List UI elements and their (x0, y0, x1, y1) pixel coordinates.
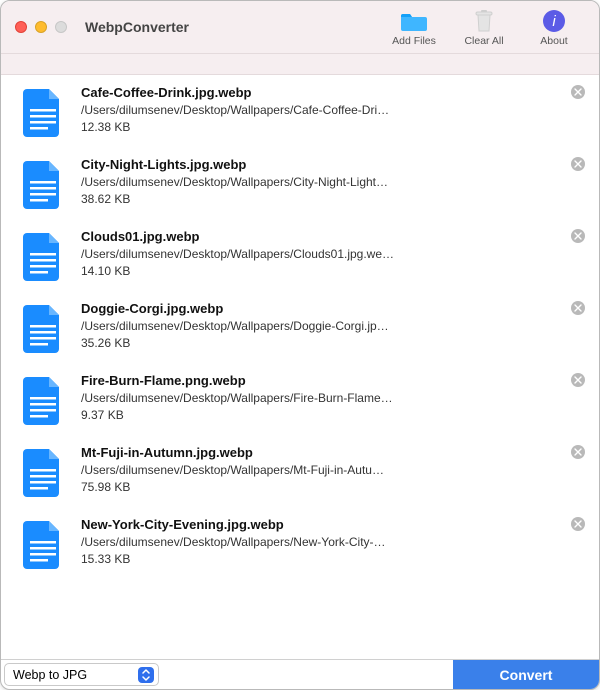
output-format-value: Webp to JPG (13, 668, 87, 682)
file-size: 9.37 KB (81, 408, 583, 422)
file-path: /Users/dilumsenev/Desktop/Wallpapers/Mt-… (81, 463, 411, 477)
file-icon (23, 449, 63, 497)
add-files-button[interactable]: Add Files (383, 8, 445, 47)
clear-all-button[interactable]: Clear All (453, 8, 515, 47)
file-list[interactable]: Cafe-Coffee-Drink.jpg.webp/Users/dilumse… (1, 75, 599, 659)
file-meta: New-York-City-Evening.jpg.webp/Users/dil… (81, 517, 583, 566)
file-meta: Mt-Fuji-in-Autumn.jpg.webp/Users/dilumse… (81, 445, 583, 494)
window-controls (15, 21, 67, 33)
file-size: 12.38 KB (81, 120, 583, 134)
file-meta: Fire-Burn-Flame.png.webp/Users/dilumsene… (81, 373, 583, 422)
file-size: 35.26 KB (81, 336, 583, 350)
file-icon (23, 377, 63, 425)
chevron-up-down-icon (138, 667, 154, 683)
convert-label: Convert (500, 667, 553, 683)
file-name: Fire-Burn-Flame.png.webp (81, 373, 583, 388)
file-size: 38.62 KB (81, 192, 583, 206)
convert-button[interactable]: Convert (453, 660, 599, 689)
file-icon (23, 521, 63, 569)
file-meta: Doggie-Corgi.jpg.webp/Users/dilumsenev/D… (81, 301, 583, 350)
file-path: /Users/dilumsenev/Desktop/Wallpapers/Clo… (81, 247, 411, 261)
file-row[interactable]: City-Night-Lights.jpg.webp/Users/dilumse… (1, 147, 599, 219)
app-title: WebpConverter (85, 19, 189, 35)
remove-file-button[interactable] (571, 445, 585, 459)
file-meta: City-Night-Lights.jpg.webp/Users/dilumse… (81, 157, 583, 206)
file-icon (23, 233, 63, 281)
titlebar: WebpConverter Add Files Clear All i Abou… (1, 1, 599, 53)
file-size: 15.33 KB (81, 552, 583, 566)
file-path: /Users/dilumsenev/Desktop/Wallpapers/Fir… (81, 391, 411, 405)
clear-all-label: Clear All (464, 35, 503, 47)
file-path: /Users/dilumsenev/Desktop/Wallpapers/Dog… (81, 319, 411, 333)
file-size: 75.98 KB (81, 480, 583, 494)
file-name: New-York-City-Evening.jpg.webp (81, 517, 583, 532)
file-name: Mt-Fuji-in-Autumn.jpg.webp (81, 445, 583, 460)
file-meta: Cafe-Coffee-Drink.jpg.webp/Users/dilumse… (81, 85, 583, 134)
file-icon (23, 89, 63, 137)
bottom-bar: Webp to JPG Convert (1, 659, 599, 689)
file-row[interactable]: Mt-Fuji-in-Autumn.jpg.webp/Users/dilumse… (1, 435, 599, 507)
maximize-window-button (55, 21, 67, 33)
app-window: WebpConverter Add Files Clear All i Abou… (0, 0, 600, 690)
remove-file-button[interactable] (571, 85, 585, 99)
file-name: City-Night-Lights.jpg.webp (81, 157, 583, 172)
file-icon (23, 305, 63, 353)
close-window-button[interactable] (15, 21, 27, 33)
remove-file-button[interactable] (571, 157, 585, 171)
output-format-select[interactable]: Webp to JPG (4, 663, 159, 686)
add-files-label: Add Files (392, 35, 436, 47)
file-name: Clouds01.jpg.webp (81, 229, 583, 244)
remove-file-button[interactable] (571, 301, 585, 315)
minimize-window-button[interactable] (35, 21, 47, 33)
folder-icon (401, 8, 427, 34)
about-button[interactable]: i About (523, 8, 585, 47)
remove-file-button[interactable] (571, 373, 585, 387)
remove-file-button[interactable] (571, 229, 585, 243)
file-size: 14.10 KB (81, 264, 583, 278)
file-row[interactable]: Fire-Burn-Flame.png.webp/Users/dilumsene… (1, 363, 599, 435)
file-row[interactable]: Doggie-Corgi.jpg.webp/Users/dilumsenev/D… (1, 291, 599, 363)
file-path: /Users/dilumsenev/Desktop/Wallpapers/New… (81, 535, 411, 549)
file-name: Cafe-Coffee-Drink.jpg.webp (81, 85, 583, 100)
file-path: /Users/dilumsenev/Desktop/Wallpapers/Cit… (81, 175, 411, 189)
file-meta: Clouds01.jpg.webp/Users/dilumsenev/Deskt… (81, 229, 583, 278)
file-path: /Users/dilumsenev/Desktop/Wallpapers/Caf… (81, 103, 411, 117)
trash-icon (471, 8, 497, 34)
info-icon: i (541, 8, 567, 34)
sub-toolbar (1, 53, 599, 75)
about-label: About (540, 35, 567, 47)
remove-file-button[interactable] (571, 517, 585, 531)
file-row[interactable]: New-York-City-Evening.jpg.webp/Users/dil… (1, 507, 599, 579)
file-row[interactable]: Clouds01.jpg.webp/Users/dilumsenev/Deskt… (1, 219, 599, 291)
file-icon (23, 161, 63, 209)
file-row[interactable]: Cafe-Coffee-Drink.jpg.webp/Users/dilumse… (1, 75, 599, 147)
file-name: Doggie-Corgi.jpg.webp (81, 301, 583, 316)
